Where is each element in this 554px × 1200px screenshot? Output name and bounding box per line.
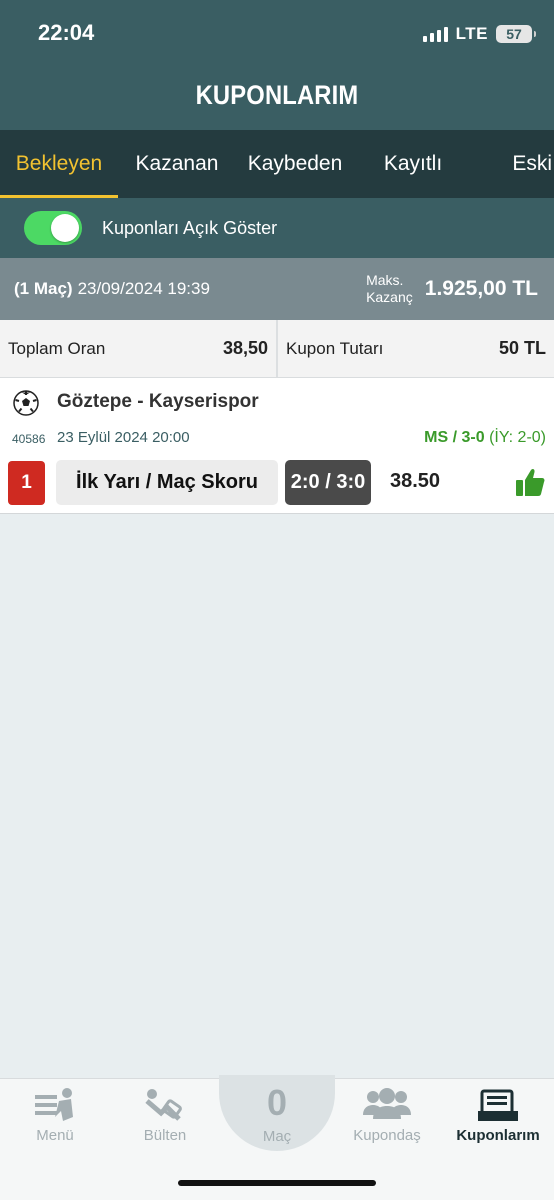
- toggle-knob: [51, 214, 79, 242]
- tab-eski[interactable]: Eski: [472, 130, 554, 198]
- total-odds-cell: Toplam Oran 38,50: [0, 320, 276, 377]
- bet-pick: 2:0 / 3:0: [285, 460, 371, 505]
- toggle-label: Kuponları Açık Göster: [102, 217, 278, 238]
- status-indicators: LTE 57: [422, 22, 536, 46]
- coupon-amount-value: 50 TL: [498, 338, 546, 358]
- tab-kazanan[interactable]: Kazanan: [118, 130, 236, 198]
- half-time-score: (İY: 2-0): [489, 429, 546, 446]
- full-time-score: MS / 3-0: [424, 429, 485, 446]
- total-odds-label: Toplam Oran: [8, 338, 106, 358]
- nav-bulletin[interactable]: Bülten: [115, 1087, 215, 1144]
- max-win-label-line2: Kazanç: [366, 289, 413, 305]
- nav-share[interactable]: Kupondaş: [337, 1087, 437, 1144]
- coupon-amount-label: Kupon Tutarı: [286, 338, 384, 358]
- match-card[interactable]: Göztepe - Kayserispor 40586 23 Eylül 202…: [0, 378, 554, 514]
- match-result: MS / 3-0 (İY: 2-0): [424, 429, 546, 447]
- nav-match-label[interactable]: Maç: [219, 1128, 335, 1145]
- battery-level: 57: [506, 26, 522, 42]
- match-code: 40586: [12, 432, 46, 446]
- nav-menu-label: Menü: [36, 1127, 74, 1144]
- bet-type: İlk Yarı / Maç Skoru: [56, 460, 278, 505]
- status-time: 22:04: [38, 20, 95, 45]
- total-odds-value: 38,50: [222, 338, 268, 358]
- bulletin-icon: [145, 1089, 182, 1121]
- max-win-label: Maks. Kazanç: [366, 272, 413, 306]
- show-open-coupons-row: Kuponları Açık Göster: [0, 198, 554, 258]
- page-title: KUPONLARIM: [195, 80, 359, 110]
- coupons-icon: [478, 1089, 518, 1121]
- tab-kayitli[interactable]: Kayıtlı: [354, 130, 472, 198]
- nav-my-coupons-label: Kuponlarım: [456, 1127, 540, 1144]
- coupon-datetime: 23/09/2024 19:39: [77, 279, 210, 298]
- coupon-amount-cell: Kupon Tutarı 50 TL: [276, 320, 554, 377]
- app-header: 22:04 LTE 57 KUPONLARIM: [0, 0, 554, 130]
- pick-number-badge: 1: [8, 461, 45, 505]
- nav-menu[interactable]: Menü: [5, 1087, 105, 1144]
- nav-my-coupons[interactable]: Kuponlarım: [448, 1087, 548, 1144]
- battery-icon: 57: [496, 25, 536, 43]
- coupon-totals: Toplam Oran 38,50 Kupon Tutarı 50 TL: [0, 320, 554, 378]
- home-indicator: [178, 1180, 376, 1186]
- match-date: 23 Eylül 2024 20:00: [57, 429, 190, 446]
- thumbs-up-icon: [516, 468, 545, 496]
- coupon-match-count: (1 Maç): [14, 279, 73, 298]
- menu-icon: [35, 1088, 73, 1121]
- network-label: LTE: [455, 24, 488, 43]
- football-icon: [13, 390, 39, 416]
- signal-icon: [422, 26, 448, 42]
- match-teams: Göztepe - Kayserispor: [57, 391, 259, 412]
- max-win-value: 1.925,00 TL: [424, 277, 538, 300]
- nav-match-count[interactable]: 0: [219, 1082, 335, 1124]
- tab-bekleyen[interactable]: Bekleyen: [0, 130, 118, 198]
- nav-bulletin-label: Bülten: [143, 1127, 187, 1144]
- coupon-header[interactable]: (1 Maç) 23/09/2024 19:39 Maks. Kazanç 1.…: [0, 258, 554, 320]
- people-icon: [363, 1088, 411, 1119]
- coupon-tabs: Bekleyen Kazanan Kaybeden Kayıtlı Eski: [0, 130, 554, 198]
- bet-odd: 38.50: [390, 470, 441, 492]
- nav-share-label: Kupondaş: [353, 1127, 421, 1144]
- tab-kaybeden[interactable]: Kaybeden: [236, 130, 354, 198]
- show-open-coupons-toggle[interactable]: [24, 211, 82, 245]
- max-win-label-line1: Maks.: [366, 272, 404, 288]
